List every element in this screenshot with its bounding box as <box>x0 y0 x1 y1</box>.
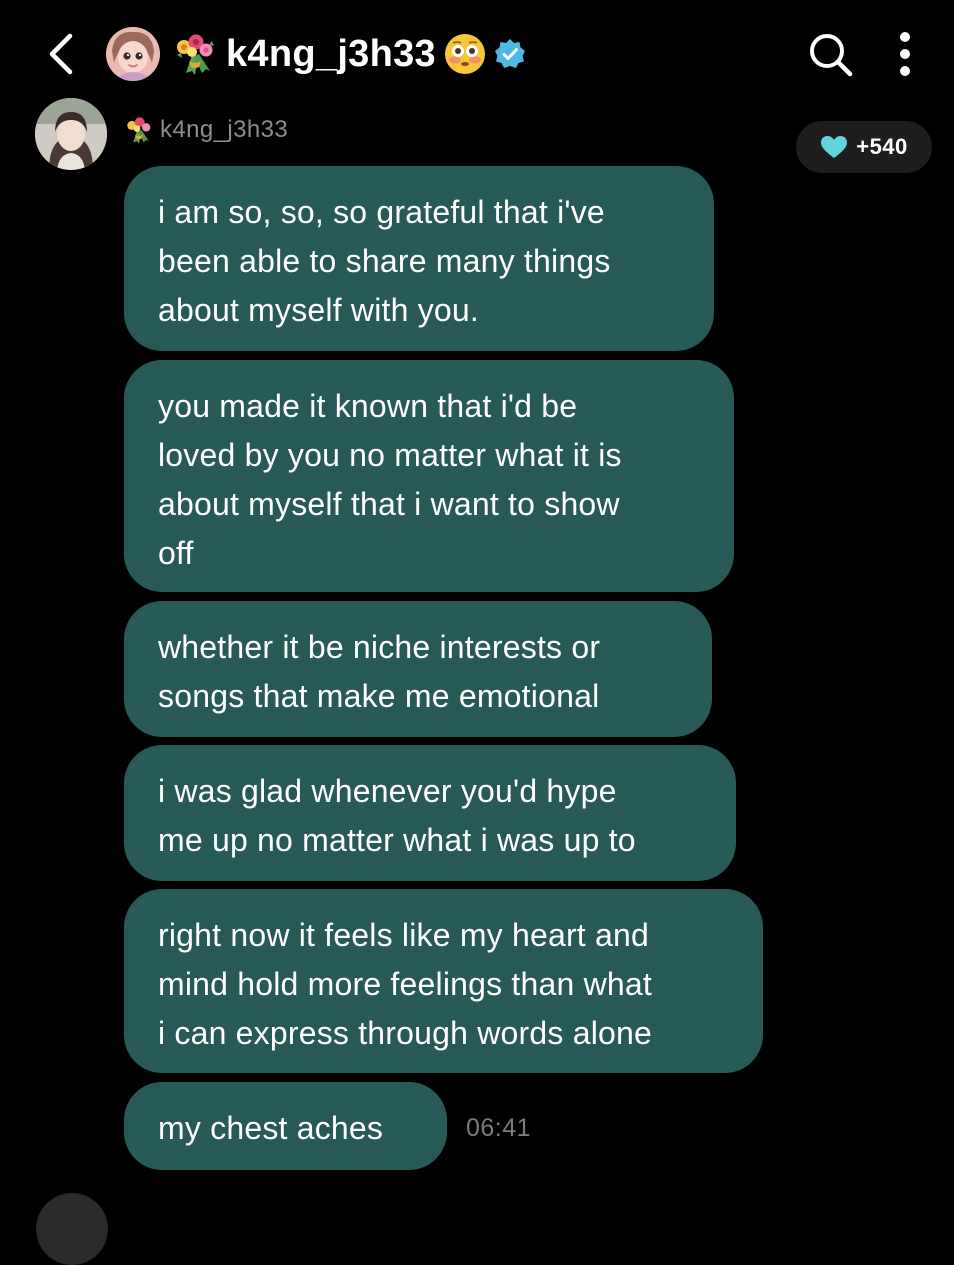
back-button[interactable] <box>40 30 84 78</box>
verified-badge-icon <box>494 38 526 70</box>
search-icon <box>810 34 853 77</box>
message-text: i was glad whenever you'd hype me up no … <box>158 773 636 858</box>
message-bubble[interactable]: i was glad whenever you'd hype me up no … <box>124 745 736 881</box>
message-text: whether it be niche interests or songs t… <box>158 629 601 714</box>
chat-title[interactable]: k4ng_j3h33 <box>172 26 526 82</box>
message-bubble[interactable]: my chest aches <box>124 1082 447 1170</box>
message-bubble[interactable]: whether it be niche interests or songs t… <box>124 601 712 737</box>
more-vertical-icon <box>900 32 910 76</box>
flushed-face-icon <box>444 33 486 75</box>
chat-username: k4ng_j3h33 <box>226 33 436 75</box>
message-text: i am so, so, so grateful that i've been … <box>158 194 611 328</box>
avatar-image <box>106 27 160 81</box>
sender-label[interactable]: k4ng_j3h33 <box>124 112 288 148</box>
message-text: you made it known that i'd be loved by y… <box>158 388 622 571</box>
chevron-left-icon <box>49 33 73 75</box>
more-options-button[interactable] <box>888 28 922 80</box>
bouquet-icon <box>172 31 218 77</box>
chat-avatar[interactable] <box>106 27 160 81</box>
bouquet-icon <box>124 115 154 145</box>
message-bubble[interactable]: right now it feels like my heart and min… <box>124 889 763 1073</box>
message-bubble[interactable]: you made it known that i'd be loved by y… <box>124 360 734 592</box>
message-text: right now it feels like my heart and min… <box>158 917 652 1051</box>
message-timestamp: 06:41 <box>466 1114 532 1142</box>
search-button[interactable] <box>806 30 854 78</box>
likes-pill[interactable]: +540 <box>796 121 932 173</box>
avatar <box>36 1193 108 1265</box>
chat-header: k4ng_j3h33 <box>0 0 954 100</box>
sender-avatar-image <box>35 98 107 170</box>
message-bubble[interactable]: i am so, so, so grateful that i've been … <box>124 166 714 351</box>
message-text: my chest aches <box>158 1110 384 1146</box>
sender-name: k4ng_j3h33 <box>160 116 289 143</box>
likes-count: +540 <box>856 134 908 159</box>
heart-icon <box>821 136 848 158</box>
sender-avatar[interactable] <box>35 98 107 170</box>
